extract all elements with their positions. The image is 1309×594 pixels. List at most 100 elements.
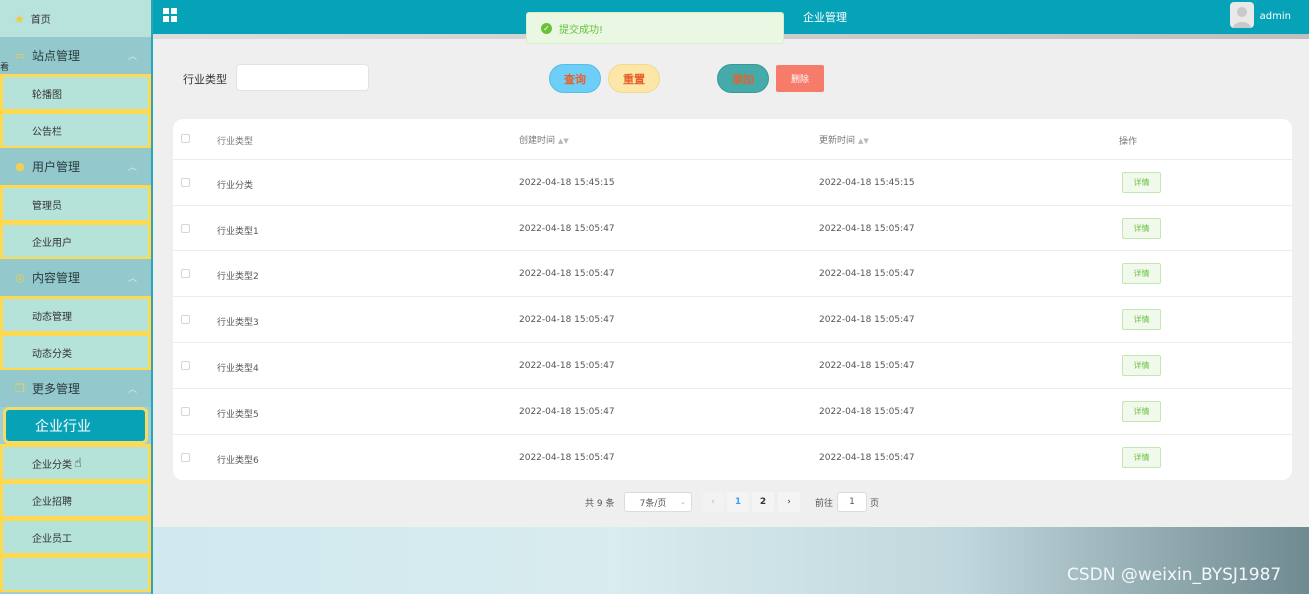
sidebar-item-label: 动态分类 xyxy=(32,348,72,360)
detail-button[interactable]: 详情 xyxy=(1122,355,1161,376)
select-all-checkbox[interactable] xyxy=(181,134,190,143)
cell-updated: 2022-04-18 15:45:15 xyxy=(819,178,915,188)
cell-updated: 2022-04-18 15:05:47 xyxy=(819,407,915,417)
sidebar-item-recruit[interactable]: 企业招聘 xyxy=(0,481,151,518)
cell-type: 行业类型6 xyxy=(217,456,259,466)
grid-menu-icon[interactable] xyxy=(163,8,177,22)
sidebar-item-notice[interactable]: 公告栏 xyxy=(0,111,151,148)
delete-button[interactable]: 删除 xyxy=(776,65,824,92)
row-checkbox[interactable] xyxy=(181,269,190,278)
sidebar-item-carousel[interactable]: 轮播图 xyxy=(0,74,151,111)
query-button[interactable]: 查询 xyxy=(549,64,601,93)
star-icon: ★ xyxy=(14,11,25,26)
sort-icon: ▲▼ xyxy=(858,137,869,145)
chevron-up-icon: ︿ xyxy=(127,52,137,62)
industry-type-input[interactable] xyxy=(236,64,369,91)
cell-updated: 2022-04-18 15:05:47 xyxy=(819,361,915,371)
row-checkbox[interactable] xyxy=(181,178,190,187)
sidebar-group-label: 更多管理 xyxy=(32,382,81,396)
detail-button[interactable]: 详情 xyxy=(1122,172,1161,193)
row-checkbox[interactable] xyxy=(181,361,190,370)
detail-button[interactable]: 详情 xyxy=(1122,401,1161,422)
search-label: 行业类型 xyxy=(183,73,227,86)
success-toast: ✓ 提交成功! xyxy=(526,12,784,44)
page-size-value: 7条/页 xyxy=(639,498,667,509)
row-checkbox[interactable] xyxy=(181,453,190,462)
cell-created: 2022-04-18 15:05:47 xyxy=(519,315,615,325)
detail-button[interactable]: 详情 xyxy=(1122,309,1161,330)
chevron-up-icon: ︿ xyxy=(127,163,137,173)
page-title: 企业管理 xyxy=(803,11,847,24)
table-row: 行业类型2 2022-04-18 15:05:47 2022-04-18 15:… xyxy=(173,251,1292,297)
sidebar-item-partial[interactable] xyxy=(0,555,151,592)
sidebar-item-label: 企业招聘 xyxy=(32,496,72,508)
prev-page-button[interactable]: ‹ xyxy=(702,492,724,512)
row-checkbox[interactable] xyxy=(181,315,190,324)
next-page-button[interactable]: › xyxy=(778,492,800,512)
data-table: 行业类型 创建时间 ▲▼ 更新时间 ▲▼ 操作 行业分类 2022-04-18 15… xyxy=(173,119,1292,480)
cell-type: 行业类型2 xyxy=(217,272,259,282)
cell-type: 行业分类 xyxy=(217,181,254,191)
detail-button[interactable]: 详情 xyxy=(1122,263,1161,284)
sidebar-item-industry[interactable]: 企业行业 xyxy=(3,407,148,444)
sidebar-item-label: 管理员 xyxy=(32,200,62,212)
watermark: CSDN @weixin_BYSJ1987 xyxy=(1067,565,1282,585)
column-header: 行业类型 xyxy=(217,137,254,147)
cell-type: 行业类型3 xyxy=(217,318,259,328)
row-checkbox[interactable] xyxy=(181,407,190,416)
cell-updated: 2022-04-18 15:05:47 xyxy=(819,269,915,279)
sidebar-item-company-category[interactable]: 企业分类 ☝ xyxy=(0,444,151,481)
column-header-label: 更新时间 xyxy=(819,136,856,146)
sidebar-item-employee[interactable]: 企业员工 xyxy=(0,518,151,555)
row-checkbox[interactable] xyxy=(181,224,190,233)
sidebar-group-user[interactable]: ● 用户管理 ︿ xyxy=(0,148,151,185)
sidebar: ★ 首页 ▭ 站点管理 ︿ 轮播图 公告栏 ● 用户管理 ︿ 管理员 企业用户 … xyxy=(0,0,153,594)
chevron-up-icon: ︿ xyxy=(127,385,137,395)
sidebar-item-label: 轮播图 xyxy=(32,89,62,101)
chevron-down-icon: ⌄ xyxy=(680,498,686,506)
sidebar-item-label: 企业行业 xyxy=(35,418,91,435)
chevron-right-icon: › xyxy=(787,497,791,507)
sidebar-group-label: 内容管理 xyxy=(32,271,81,285)
sidebar-home-label: 首页 xyxy=(30,15,51,26)
add-button[interactable]: 添加 xyxy=(717,64,769,93)
page-2-button[interactable]: 2 xyxy=(752,492,774,512)
sidebar-item-news-category[interactable]: 动态分类 xyxy=(0,333,151,370)
goto-page-input[interactable]: 1 xyxy=(837,492,867,512)
sidebar-item-label: 动态管理 xyxy=(32,311,72,323)
table-row: 行业类型3 2022-04-18 15:05:47 2022-04-18 15:… xyxy=(173,297,1292,343)
edge-glyph: 看 xyxy=(0,63,10,73)
monitor-icon: ▭ xyxy=(14,49,26,62)
sidebar-item-label: 公告栏 xyxy=(32,126,62,138)
avatar[interactable] xyxy=(1230,2,1254,28)
pagination-total: 共 9 条 xyxy=(585,498,615,509)
page-size-select[interactable]: 7条/页 ⌄ xyxy=(624,492,692,512)
sidebar-group-more[interactable]: ❐ 更多管理 ︿ xyxy=(0,370,151,407)
toast-message: 提交成功! xyxy=(559,24,604,36)
sidebar-home[interactable]: ★ 首页 xyxy=(0,0,151,37)
sidebar-group-label: 站点管理 xyxy=(32,49,81,63)
table-row: 行业类型6 2022-04-18 15:05:47 2022-04-18 15:… xyxy=(173,435,1292,480)
sidebar-group-site[interactable]: ▭ 站点管理 ︿ xyxy=(0,37,151,74)
cell-created: 2022-04-18 15:05:47 xyxy=(519,269,615,279)
cell-updated: 2022-04-18 15:05:47 xyxy=(819,453,915,463)
column-header-created[interactable]: 创建时间 ▲▼ xyxy=(519,133,569,146)
cell-created: 2022-04-18 15:05:47 xyxy=(519,224,615,234)
column-header-updated[interactable]: 更新时间 ▲▼ xyxy=(819,133,869,146)
sidebar-item-news[interactable]: 动态管理 xyxy=(0,296,151,333)
chevron-up-icon: ︿ xyxy=(127,274,137,284)
detail-button[interactable]: 详情 xyxy=(1122,218,1161,239)
cell-type: 行业类型1 xyxy=(217,227,259,237)
page-suffix: 页 xyxy=(870,498,880,509)
cell-created: 2022-04-18 15:05:47 xyxy=(519,407,615,417)
table-row: 行业分类 2022-04-18 15:45:15 2022-04-18 15:4… xyxy=(173,160,1292,206)
sidebar-group-content[interactable]: ◎ 内容管理 ︿ xyxy=(0,259,151,296)
table-header: 行业类型 创建时间 ▲▼ 更新时间 ▲▼ 操作 xyxy=(173,119,1292,160)
sidebar-item-admin[interactable]: 管理员 xyxy=(0,185,151,222)
page-1-button[interactable]: 1 xyxy=(727,492,749,512)
sidebar-item-company-user[interactable]: 企业用户 xyxy=(0,222,151,259)
reset-button[interactable]: 重置 xyxy=(608,64,660,93)
user-name[interactable]: admin xyxy=(1260,11,1291,22)
detail-button[interactable]: 详情 xyxy=(1122,447,1161,468)
goto-label: 前往 xyxy=(815,498,834,509)
